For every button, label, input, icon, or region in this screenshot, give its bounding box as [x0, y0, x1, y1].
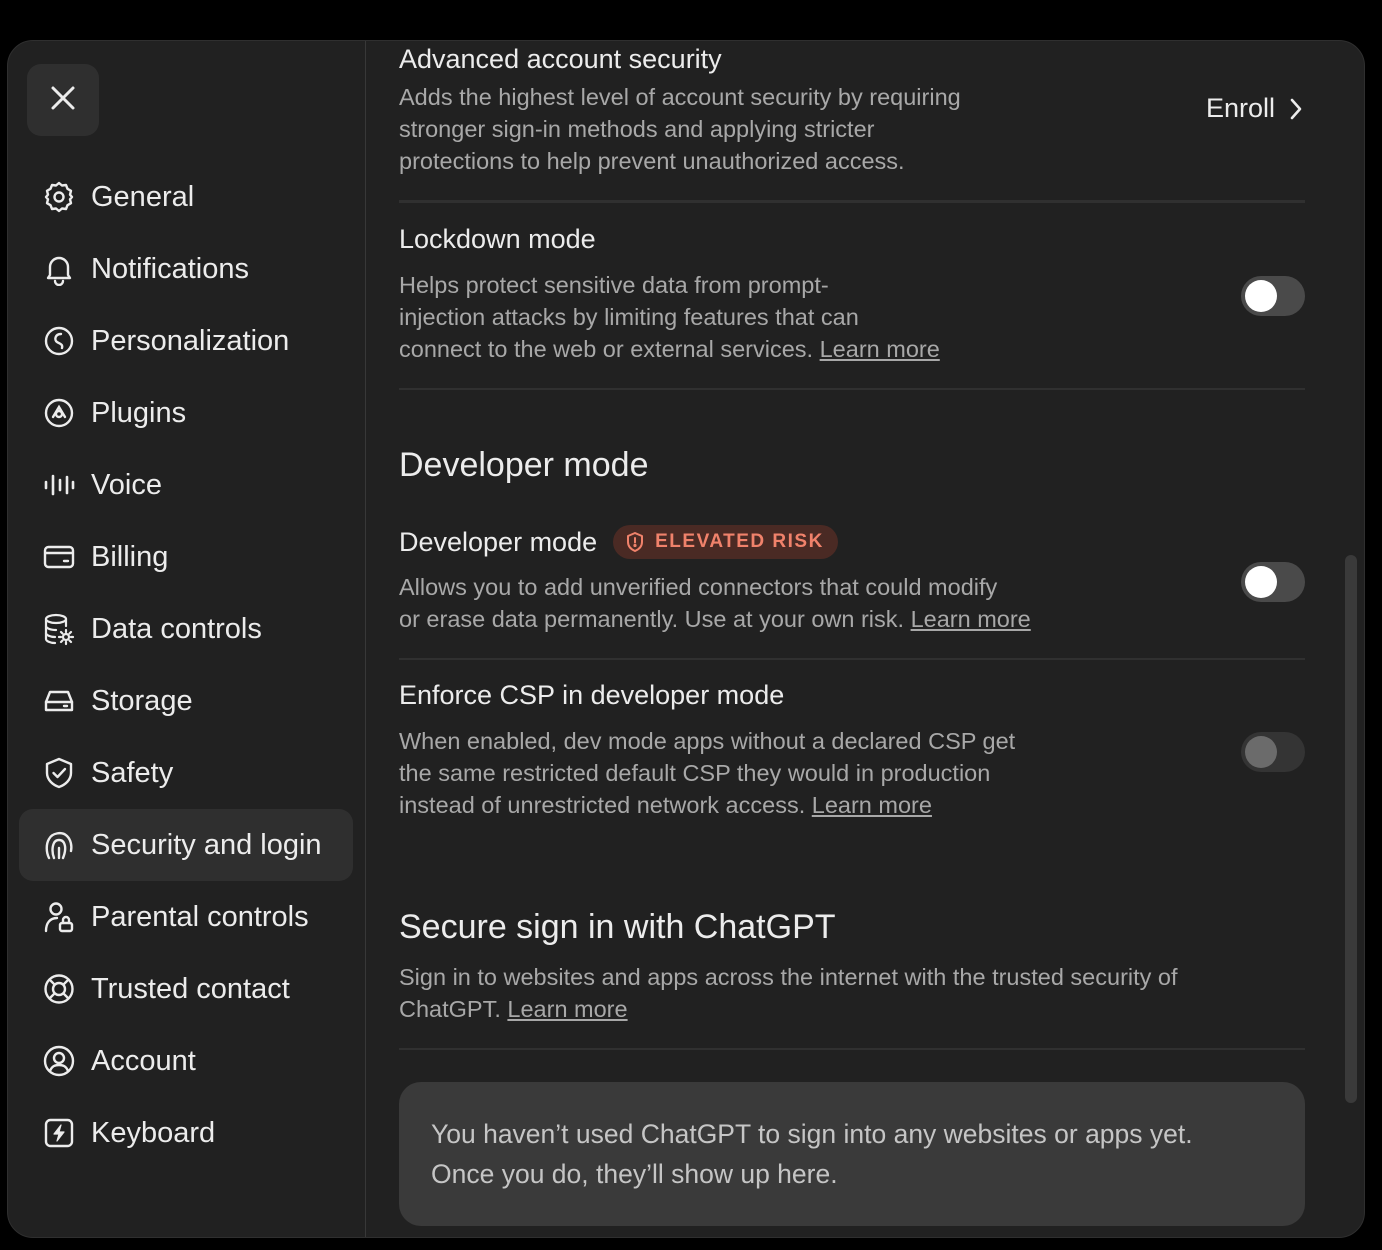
- desc-line: instead of unrestricted network access.: [399, 792, 806, 818]
- advanced-security-title: Advanced account security: [399, 44, 722, 74]
- desc-line: stronger sign-in methods and applying st…: [399, 116, 875, 142]
- desc-line: Sign in to websites and apps across the …: [399, 964, 1178, 990]
- settings-dialog: General Notifications Personalization Pl…: [7, 40, 1365, 1238]
- sidebar-item-notifications[interactable]: Notifications: [19, 233, 353, 305]
- sidebar-item-label: Account: [91, 1044, 196, 1077]
- bell-icon: [41, 251, 77, 287]
- sidebar-item-personalization[interactable]: Personalization: [19, 305, 353, 377]
- developer-mode-learn-more-link[interactable]: Learn more: [911, 606, 1031, 632]
- sidebar-item-plugins[interactable]: Plugins: [19, 377, 353, 449]
- sidebar-item-parental-controls[interactable]: Parental controls: [19, 881, 353, 953]
- sidebar-item-label: Data controls: [91, 612, 262, 645]
- plugins-icon: [41, 395, 77, 431]
- badge-label: ELEVATED RISK: [655, 531, 824, 552]
- sidebar-item-account[interactable]: Account: [19, 1025, 353, 1097]
- shield-alert-icon: [625, 531, 645, 553]
- elevated-risk-badge: ELEVATED RISK: [613, 525, 838, 559]
- empty-state-line: You haven’t used ChatGPT to sign into an…: [431, 1119, 1193, 1149]
- sidebar-item-safety[interactable]: Safety: [19, 737, 353, 809]
- enforce-csp-learn-more-link[interactable]: Learn more: [812, 792, 932, 818]
- lockdown-title: Lockdown mode: [399, 224, 596, 254]
- desc-line: Adds the highest level of account securi…: [399, 84, 961, 110]
- close-icon: [49, 84, 77, 117]
- enroll-button[interactable]: Enroll: [1206, 93, 1305, 124]
- desc-line: injection attacks by limiting features t…: [399, 304, 859, 330]
- developer-mode-title-row: Developer mode ELEVATED RISK: [399, 525, 838, 559]
- advanced-security-description: Adds the highest level of account securi…: [399, 81, 1059, 177]
- settings-content: Advanced account security Adds the highe…: [399, 41, 1305, 1237]
- sidebar-item-label: Voice: [91, 468, 162, 501]
- divider: [399, 658, 1305, 660]
- sidebar-item-label: Safety: [91, 756, 174, 789]
- personalization-icon: [41, 323, 77, 359]
- divider: [399, 200, 1305, 203]
- desc-line: connect to the web or external services.: [399, 336, 814, 362]
- sidebar-item-label: Notifications: [91, 252, 249, 285]
- divider: [399, 1048, 1305, 1050]
- sidebar-item-voice[interactable]: Voice: [19, 449, 353, 521]
- enroll-label: Enroll: [1205, 93, 1275, 123]
- sidebar-item-storage[interactable]: Storage: [19, 665, 353, 737]
- sidebar-item-data-controls[interactable]: Data controls: [19, 593, 353, 665]
- signin-empty-state: You haven’t used ChatGPT to sign into an…: [399, 1082, 1305, 1226]
- content-scrollbar[interactable]: [1345, 555, 1357, 1103]
- desc-line: or erase data permanently. Use at your o…: [399, 606, 905, 632]
- sidebar-item-keyboard[interactable]: Keyboard: [19, 1097, 353, 1169]
- sidebar-item-label: Plugins: [91, 396, 187, 429]
- lifebuoy-icon: [41, 971, 77, 1007]
- developer-mode-toggle[interactable]: [1241, 562, 1305, 602]
- desc-line: When enabled, dev mode apps without a de…: [399, 728, 1016, 754]
- developer-mode-title: Developer mode: [399, 526, 598, 557]
- sidebar-item-trusted-contact[interactable]: Trusted contact: [19, 953, 353, 1025]
- sidebar-item-label: General: [91, 180, 195, 213]
- desc-line: protections to help prevent unauthorized…: [399, 148, 905, 174]
- credit-card-icon: [41, 539, 77, 575]
- empty-state-line: Once you do, they’ll show up here.: [431, 1159, 838, 1189]
- secure-signin-description: Sign in to websites and apps across the …: [399, 961, 1305, 1025]
- secure-signin-learn-more-link[interactable]: Learn more: [507, 996, 627, 1022]
- voice-waveform-icon: [41, 467, 77, 503]
- desc-line: Helps protect sensitive data from prompt…: [399, 272, 829, 298]
- close-button[interactable]: [27, 64, 99, 136]
- sidebar-item-label: Parental controls: [91, 900, 309, 933]
- secure-signin-heading: Secure sign in with ChatGPT: [399, 908, 836, 946]
- divider: [399, 388, 1305, 390]
- database-gear-icon: [41, 611, 77, 647]
- hard-drive-icon: [41, 683, 77, 719]
- sidebar-item-label: Billing: [91, 540, 169, 573]
- sidebar-item-general[interactable]: General: [19, 161, 353, 233]
- sidebar-item-billing[interactable]: Billing: [19, 521, 353, 593]
- settings-sidebar: General Notifications Personalization Pl…: [8, 41, 366, 1237]
- desc-line: ChatGPT.: [399, 996, 501, 1022]
- shield-check-icon: [41, 755, 77, 791]
- lockdown-toggle[interactable]: [1241, 276, 1305, 316]
- user-circle-icon: [41, 1043, 77, 1079]
- chevron-right-icon: [1287, 96, 1305, 122]
- desc-line: Allows you to add unverified connectors …: [399, 574, 998, 600]
- enforce-csp-toggle[interactable]: [1241, 732, 1305, 772]
- toggle-knob: [1245, 566, 1277, 598]
- gear-icon: [41, 179, 77, 215]
- sidebar-item-label: Trusted contact: [91, 972, 290, 1005]
- sidebar-item-label: Security and login: [91, 828, 322, 861]
- sidebar-item-label: Personalization: [91, 324, 290, 357]
- lockdown-learn-more-link[interactable]: Learn more: [820, 336, 940, 362]
- developer-mode-description: Allows you to add unverified connectors …: [399, 571, 1179, 635]
- developer-section-heading: Developer mode: [399, 446, 649, 484]
- user-lock-icon: [41, 899, 77, 935]
- enforce-csp-title: Enforce CSP in developer mode: [399, 680, 785, 710]
- toggle-knob: [1245, 280, 1277, 312]
- keyboard-bolt-icon: [41, 1115, 77, 1151]
- lockdown-description: Helps protect sensitive data from prompt…: [399, 269, 1099, 365]
- enforce-csp-description: When enabled, dev mode apps without a de…: [399, 725, 1159, 821]
- desc-line: the same restricted default CSP they wou…: [399, 760, 991, 786]
- settings-nav: General Notifications Personalization Pl…: [19, 161, 353, 1169]
- sidebar-item-label: Keyboard: [91, 1116, 216, 1149]
- sidebar-item-security-and-login[interactable]: Security and login: [19, 809, 353, 881]
- sidebar-item-label: Storage: [91, 684, 193, 717]
- toggle-knob: [1245, 736, 1277, 768]
- security-login-icon: [41, 827, 77, 863]
